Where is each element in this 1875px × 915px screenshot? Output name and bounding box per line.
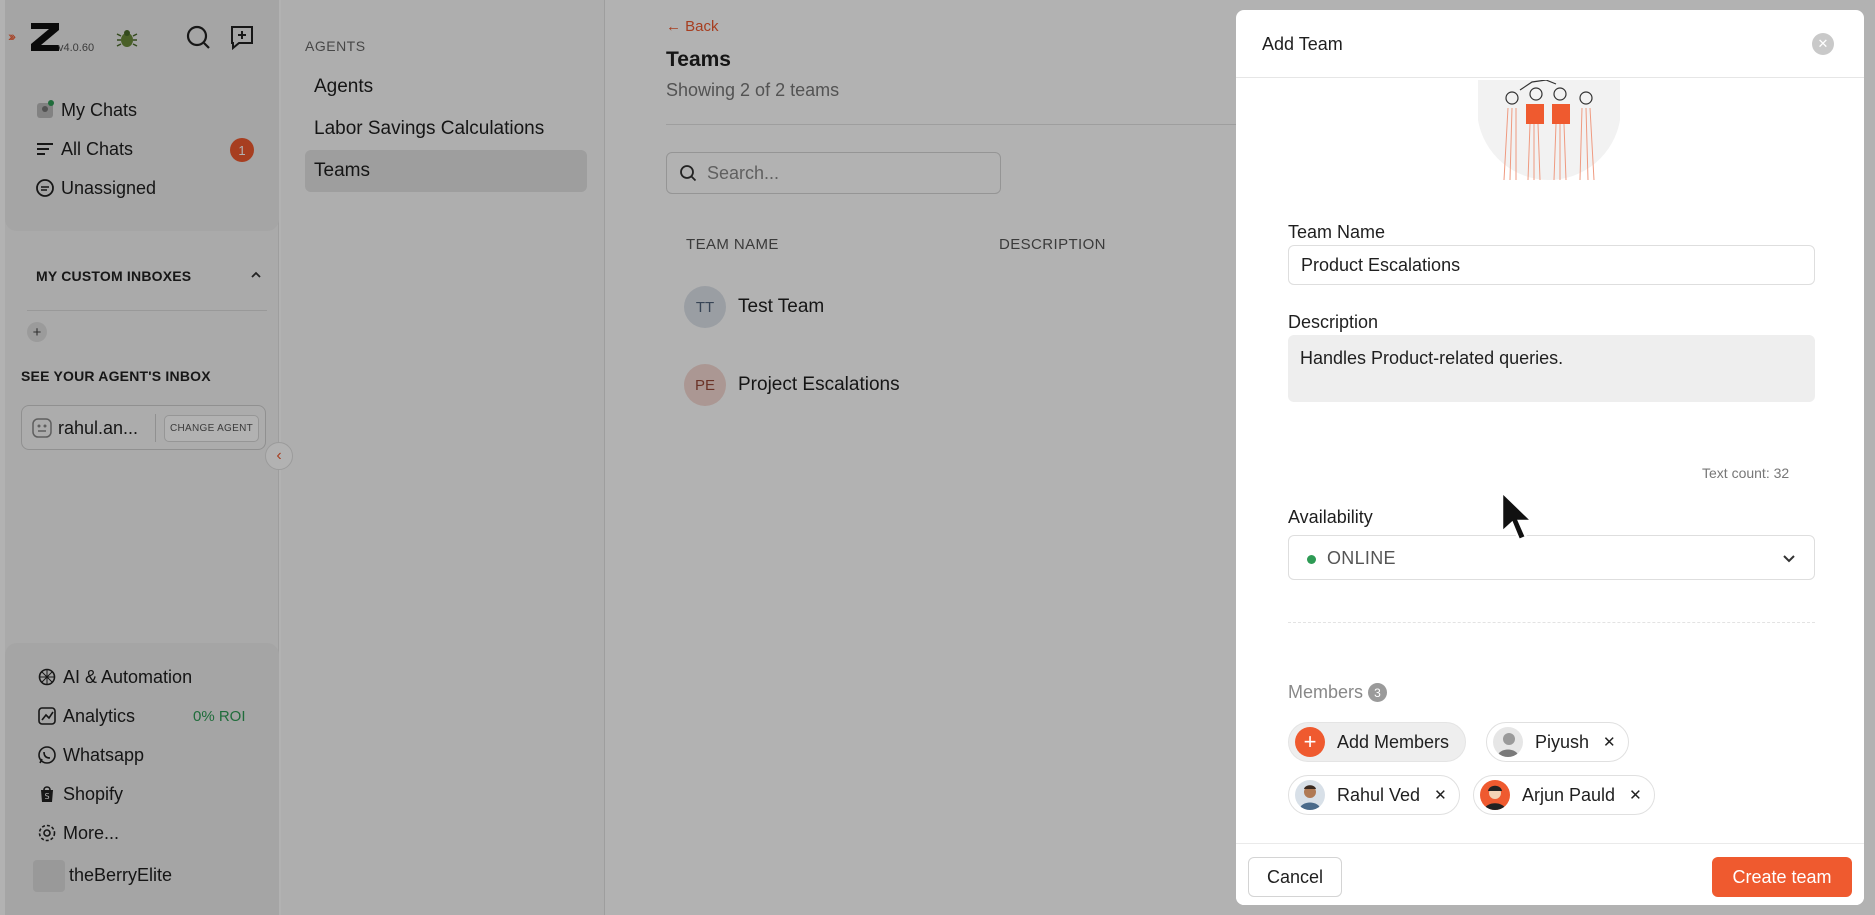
team-name-input[interactable]: Product Escalations (1288, 245, 1815, 285)
remove-member-icon[interactable]: ✕ (1629, 786, 1642, 804)
member-avatar (1480, 780, 1510, 810)
drawer-footer: Cancel Create team (1236, 843, 1864, 905)
add-members-button[interactable]: + Add Members (1288, 722, 1467, 762)
remove-member-icon[interactable]: ✕ (1434, 786, 1447, 804)
create-team-button[interactable]: Create team (1712, 857, 1852, 897)
member-chip-arjun-pauld: Arjun Pauld ✕ (1473, 775, 1655, 815)
description-textarea[interactable]: Handles Product-related queries. (1288, 335, 1815, 402)
member-chip-rahul-ved: Rahul Ved ✕ (1288, 775, 1460, 815)
member-chip-piyush: Piyush ✕ (1486, 722, 1629, 762)
member-name: Arjun Pauld (1522, 784, 1616, 805)
drawer-title: Add Team (1262, 34, 1343, 54)
availability-select[interactable]: ONLINE (1288, 535, 1815, 580)
members-label: Members 3 (1288, 682, 1388, 703)
add-members-label: Add Members (1337, 731, 1450, 752)
add-team-drawer: Add Team ✕ Team Name Product Escalations… (1236, 10, 1864, 905)
members-count-badge: 3 (1368, 683, 1388, 702)
cancel-button[interactable]: Cancel (1248, 857, 1342, 897)
remove-member-icon[interactable]: ✕ (1603, 733, 1616, 751)
online-status-dot (1307, 555, 1316, 564)
close-icon[interactable]: ✕ (1812, 33, 1834, 55)
plus-icon: + (1295, 727, 1325, 757)
team-name-value: Product Escalations (1301, 254, 1461, 275)
drawer-header: Add Team ✕ (1236, 10, 1864, 78)
team-illustration (1478, 80, 1620, 181)
member-avatar (1295, 780, 1325, 810)
availability-value: ONLINE (1327, 548, 1396, 568)
availability-label: Availability (1288, 507, 1373, 527)
chevron-down-icon (1783, 555, 1795, 563)
member-avatar (1493, 727, 1523, 757)
text-count: Text count: 32 (1702, 465, 1790, 481)
team-name-label: Team Name (1288, 222, 1386, 242)
member-name: Piyush (1535, 731, 1590, 752)
mouse-cursor-icon (1500, 490, 1536, 542)
description-label: Description (1288, 312, 1379, 332)
description-value: Handles Product-related queries. (1300, 348, 1564, 368)
member-name: Rahul Ved (1337, 784, 1421, 805)
members-label-text: Members (1288, 682, 1364, 702)
section-divider (1288, 622, 1815, 623)
